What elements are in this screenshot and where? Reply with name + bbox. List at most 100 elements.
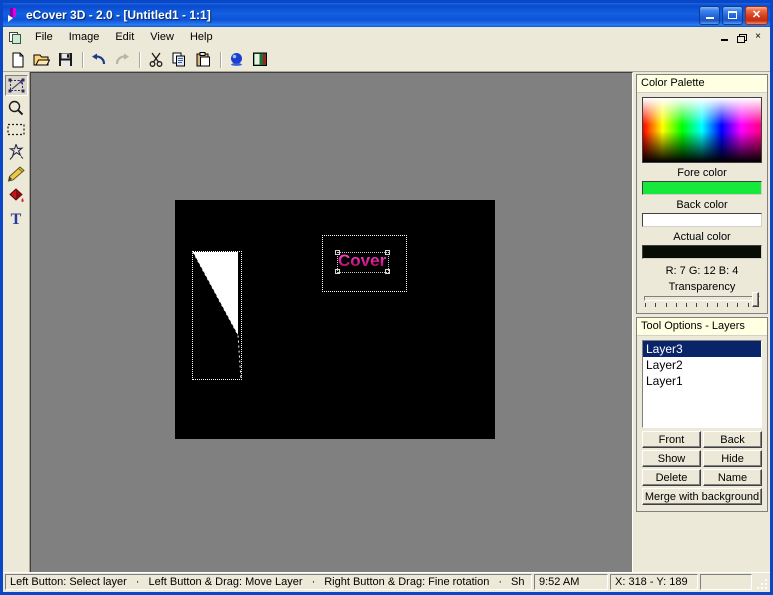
render-3d-icon	[231, 53, 242, 66]
image-properties-icon	[253, 52, 267, 66]
document-minimize-button[interactable]	[716, 30, 732, 44]
document-canvas[interactable]: Cover	[175, 200, 495, 439]
pencil-tool-button[interactable]	[5, 163, 28, 184]
save-file-icon	[59, 53, 72, 66]
copy-button[interactable]	[168, 49, 191, 71]
transform-tool-icon	[8, 78, 24, 93]
main-toolbar	[3, 48, 770, 72]
document-minimize-icon	[720, 38, 728, 41]
status-separator-2: ·	[311, 576, 316, 588]
layer-show-button[interactable]: Show	[642, 450, 701, 467]
menu-item-view[interactable]: View	[142, 28, 182, 47]
layer-list-item[interactable]: Layer1	[643, 373, 761, 389]
menu-item-help[interactable]: Help	[182, 28, 221, 47]
close-button[interactable]: ✕	[745, 5, 768, 25]
menu-bar: File Image Edit View Help ×	[3, 27, 770, 48]
layer-hide-button[interactable]: Hide	[703, 450, 762, 467]
status-separator-3: ·	[498, 576, 502, 588]
status-coordinates-panel: X: 318 - Y: 189	[610, 574, 698, 590]
right-dock-panels: Color Palette Fore color Back color Actu…	[633, 72, 770, 572]
color-palette-panel: Color Palette Fore color Back color Actu…	[636, 74, 768, 314]
tool-palette: T	[3, 72, 30, 572]
document-restore-icon	[737, 33, 747, 43]
text-tool-button[interactable]: T	[5, 207, 28, 228]
text-layer-selection[interactable]: Cover	[322, 235, 407, 292]
save-file-button[interactable]	[54, 49, 77, 71]
zoom-tool-button[interactable]	[5, 97, 28, 118]
transparency-slider-thumb[interactable]	[752, 292, 759, 307]
text-tool-icon: T	[11, 211, 22, 226]
layer-back-button[interactable]: Back	[703, 431, 762, 448]
status-hint-4: Sh	[511, 576, 525, 588]
merge-with-background-button[interactable]: Merge with background	[642, 488, 762, 505]
layer-name-button[interactable]: Name	[703, 469, 762, 486]
color-gradient-picker[interactable]	[642, 97, 762, 163]
layers-panel: Tool Options - Layers Layer3 Layer2 Laye…	[636, 317, 768, 512]
window-caption-buttons: ✕	[699, 5, 768, 25]
application-window: eCover 3D - 2.0 - [Untitled1 - 1:1] ✕ Fi…	[0, 0, 773, 595]
transform-tool-button[interactable]	[4, 75, 28, 96]
layer-list-item[interactable]: Layer2	[643, 357, 761, 373]
toolbar-separator-2	[139, 51, 140, 68]
back-color-swatch[interactable]	[642, 213, 762, 227]
layers-panel-title: Tool Options - Layers	[637, 318, 767, 336]
document-restore-button[interactable]	[733, 30, 749, 44]
transparency-label: Transparency	[668, 281, 736, 293]
open-file-icon	[33, 54, 50, 66]
transparency-slider[interactable]	[644, 292, 760, 307]
actual-color-swatch[interactable]	[642, 245, 762, 259]
document-workspace[interactable]: Cover	[30, 72, 633, 572]
new-file-button[interactable]	[6, 49, 29, 71]
paste-icon	[196, 52, 210, 67]
layer-delete-button[interactable]: Delete	[642, 469, 701, 486]
menu-item-image[interactable]: Image	[61, 28, 108, 47]
layer-list[interactable]: Layer3 Layer2 Layer1	[642, 340, 762, 428]
status-hint-1: Left Button: Select layer	[10, 576, 127, 588]
rgb-readout: R: 7 G: 12 B: 4	[665, 265, 739, 277]
ecover-app-icon	[6, 7, 22, 23]
zoom-tool-icon	[8, 100, 24, 115]
rectangle-select-tool-button[interactable]	[5, 119, 28, 140]
toolbar-separator	[82, 51, 83, 68]
document-system-menu-icon[interactable]	[7, 30, 23, 45]
transparency-slider-ticks	[645, 303, 759, 307]
paste-button[interactable]	[192, 49, 215, 71]
menu-item-file[interactable]: File	[27, 28, 61, 47]
toolbar-separator-3	[220, 51, 221, 68]
undo-button[interactable]	[87, 49, 110, 71]
actual-color-label: Actual color	[673, 231, 731, 243]
status-empty-panel	[700, 574, 752, 590]
fore-color-label: Fore color	[677, 167, 727, 179]
maximize-button[interactable]	[722, 5, 743, 25]
resize-grip[interactable]	[754, 574, 768, 590]
svg-text:T: T	[11, 211, 22, 226]
image-properties-button[interactable]	[249, 49, 272, 71]
document-close-button[interactable]: ×	[750, 30, 766, 44]
cut-button[interactable]	[144, 49, 167, 71]
rectangle-select-tool-icon	[7, 123, 25, 136]
minimize-button[interactable]	[699, 5, 720, 25]
menu-item-edit[interactable]: Edit	[107, 28, 142, 47]
magic-wand-tool-icon	[8, 143, 24, 160]
layer-front-button[interactable]: Front	[642, 431, 701, 448]
close-icon: ✕	[751, 8, 762, 21]
window-title: eCover 3D - 2.0 - [Untitled1 - 1:1]	[26, 8, 211, 22]
fore-color-swatch[interactable]	[642, 181, 762, 195]
color-palette-title: Color Palette	[637, 75, 767, 93]
layer-list-item[interactable]: Layer3	[643, 341, 761, 357]
minimize-icon	[705, 17, 714, 19]
status-bar: Left Button: Select layer · Left Button …	[3, 572, 770, 592]
cover-text-object[interactable]: Cover	[338, 251, 386, 271]
document-caption-buttons: ×	[716, 30, 768, 44]
back-color-label: Back color	[676, 199, 728, 211]
triangle-selection-box[interactable]	[192, 251, 242, 380]
body-split: T Cover Color Palette Fore color Back co…	[3, 72, 770, 572]
document-close-icon: ×	[755, 31, 761, 42]
status-hints-panel: Left Button: Select layer · Left Button …	[5, 574, 532, 590]
fill-tool-button[interactable]	[5, 185, 28, 206]
pencil-tool-icon	[7, 165, 25, 182]
redo-button	[111, 49, 134, 71]
magic-wand-tool-button[interactable]	[5, 141, 28, 162]
render-3d-button[interactable]	[225, 49, 248, 71]
open-file-button[interactable]	[30, 49, 53, 71]
